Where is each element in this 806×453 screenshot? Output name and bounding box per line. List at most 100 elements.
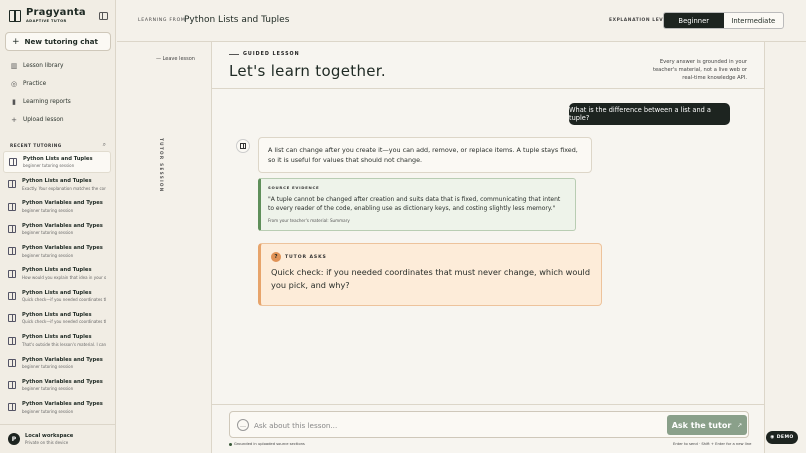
recent-item[interactable]: Python Variables and Types beginner tutor… <box>3 352 111 374</box>
book-icon <box>8 291 16 300</box>
recent-item-title: Python Lists and Tuples <box>22 311 92 318</box>
explanation-level-label: EXPLANATION LEVEL <box>609 18 671 23</box>
recent-item-title: Python Variables and Types <box>22 401 103 408</box>
book-icon <box>8 403 16 412</box>
new-chat-label: New tutoring chat <box>24 37 98 46</box>
leave-lesson-label: Leave lesson <box>162 56 195 62</box>
book-icon <box>240 143 246 149</box>
tutor-question: Quick check: if you needed coordinates t… <box>271 267 591 290</box>
header: LEARNING FROM Python Lists and Tuples EX… <box>117 0 806 42</box>
status-dot-icon <box>229 442 232 446</box>
grounded-label: Grounded in uploaded source sections <box>234 442 305 446</box>
book-icon <box>8 269 16 278</box>
tutor-answer: A list can change after you create it—yo… <box>258 137 592 173</box>
level-beginner-button[interactable]: Beginner <box>664 13 724 28</box>
ask-tutor-button[interactable]: Ask the tutor ↗ <box>667 415 747 435</box>
nav-lesson-library[interactable]: ▥ Lesson library <box>0 57 116 75</box>
workspace-description: Private on this device <box>25 440 69 445</box>
avatar: P <box>8 433 20 445</box>
leave-lesson-link[interactable]: — Leave lesson <box>156 56 195 62</box>
divider-line <box>229 54 239 55</box>
recent-item-subtitle: beginner tutoring session <box>22 207 74 213</box>
demo-button[interactable]: ◉ DEMO <box>766 431 798 444</box>
brand[interactable]: Pragyanta ADAPTIVE TUTOR <box>9 8 86 23</box>
book-icon <box>8 381 16 390</box>
workspace-footer[interactable]: P Local workspace Private on this device <box>0 424 116 453</box>
learning-from-label: LEARNING FROM <box>138 18 186 23</box>
recent-item[interactable]: Python Lists and Tuples Quick check—if yo… <box>3 285 111 307</box>
chart-icon: ▮ <box>12 98 16 106</box>
brand-subtitle: ADAPTIVE TUTOR <box>26 19 67 23</box>
recent-item-subtitle: beginner tutoring session <box>22 252 74 258</box>
book-icon <box>8 180 16 189</box>
nav-label: Practice <box>23 81 47 87</box>
book-icon <box>8 202 16 211</box>
page-title: Let's learn together. <box>229 62 386 80</box>
tutor-asks-card: ? TUTOR ASKS Quick check: if you needed … <box>258 243 602 306</box>
composer: … Ask about this lesson... Ask the tutor… <box>229 411 749 438</box>
question-mark-icon: ? <box>271 252 281 262</box>
more-options-icon[interactable]: … <box>237 419 249 431</box>
level-intermediate-button[interactable]: Intermediate <box>724 13 784 28</box>
divider <box>764 42 765 453</box>
workspace-name: Local workspace <box>25 433 74 439</box>
lesson-title: Python Lists and Tuples <box>184 15 290 25</box>
recent-item-subtitle: Exactly. Your explanation matches the co… <box>22 185 106 191</box>
question-input[interactable]: Ask about this lesson... <box>254 421 337 430</box>
recent-item-title: Python Lists and Tuples <box>22 334 92 341</box>
guided-lesson-text: GUIDED LESSON <box>243 52 300 57</box>
recent-item-title: Python Variables and Types <box>22 356 103 363</box>
search-icon[interactable]: ⌕ <box>103 141 106 149</box>
recent-item[interactable]: Python Lists and Tuples That's outside th… <box>3 329 111 351</box>
sidebar: Pragyanta ADAPTIVE TUTOR + New tutoring … <box>0 0 116 453</box>
book-icon <box>8 314 16 323</box>
recent-item-subtitle: beginner tutoring session <box>22 230 74 236</box>
book-icon <box>8 225 16 234</box>
recent-item[interactable]: Python Lists and Tuples Quick check—if yo… <box>3 307 111 329</box>
brand-name: Pragyanta <box>26 7 86 18</box>
recent-item[interactable]: Python Lists and Tuples Exactly. Your exp… <box>3 173 111 195</box>
new-tutoring-chat-button[interactable]: + New tutoring chat <box>5 32 111 51</box>
book-icon <box>8 336 16 345</box>
plus-icon: + <box>12 36 20 47</box>
grounded-status: Grounded in uploaded source sections <box>229 442 305 446</box>
recent-list: Python Lists and Tuples beginner tutoring… <box>3 151 111 419</box>
sidebar-nav: ▥ Lesson library ◎ Practice ▮ Learning r… <box>0 57 116 129</box>
recent-item[interactable]: Python Variables and Types beginner tutor… <box>3 374 111 396</box>
sparkle-icon: ◉ <box>770 435 775 440</box>
recent-item[interactable]: Python Variables and Types beginner tutor… <box>3 196 111 218</box>
recent-item-subtitle: beginner tutoring session <box>22 408 74 414</box>
source-evidence-label: SOURCE EVIDENCE <box>268 185 320 190</box>
recent-item-subtitle: beginner tutoring session <box>23 163 75 169</box>
nav-learning-reports[interactable]: ▮ Learning reports <box>0 93 116 111</box>
source-evidence-source: From your teacher's material: Summary <box>268 218 350 223</box>
recent-item-title: Python Variables and Types <box>22 245 103 252</box>
collapse-sidebar-icon[interactable] <box>99 12 108 20</box>
source-evidence-quote: "A tuple cannot be changed after creatio… <box>268 196 561 212</box>
recent-item[interactable]: Python Lists and Tuples How would you exp… <box>3 262 111 284</box>
recent-tutoring-header: RECENT TUTORING ⌕ <box>10 141 106 149</box>
recent-item[interactable]: Python Variables and Types beginner tutor… <box>3 218 111 240</box>
recent-item-title: Python Lists and Tuples <box>22 178 92 185</box>
recent-item[interactable]: Python Lists and Tuples beginner tutoring… <box>3 151 111 174</box>
nav-practice[interactable]: ◎ Practice <box>0 75 116 93</box>
nav-label: Lesson library <box>23 63 64 69</box>
arrow-up-right-icon: ↗ <box>737 421 743 429</box>
tutor-avatar-icon <box>236 139 250 153</box>
target-icon: ◎ <box>10 80 18 88</box>
recent-item[interactable]: Python Variables and Types beginner tutor… <box>3 240 111 262</box>
demo-label: DEMO <box>776 435 794 440</box>
book-icon <box>8 247 16 256</box>
recent-item-subtitle: beginner tutoring session <box>22 386 74 392</box>
recent-item[interactable]: Python Variables and Types beginner tutor… <box>3 396 111 418</box>
recent-item-title: Python Variables and Types <box>22 222 103 229</box>
recent-item-subtitle: Quick check—if you needed coordinates th… <box>22 319 106 325</box>
nav-label: Upload lesson <box>23 117 64 123</box>
nav-upload-lesson[interactable]: + Upload lesson <box>0 111 116 129</box>
book-icon: ▥ <box>10 62 18 70</box>
recent-item-title: Python Variables and Types <box>22 200 103 207</box>
keyboard-hint: Enter to send · Shift + Enter for a new … <box>673 442 752 446</box>
recent-item-title: Python Lists and Tuples <box>22 267 92 274</box>
recent-item-subtitle: Quick check—if you needed coordinates th… <box>22 297 106 303</box>
book-logo-icon <box>9 9 21 22</box>
